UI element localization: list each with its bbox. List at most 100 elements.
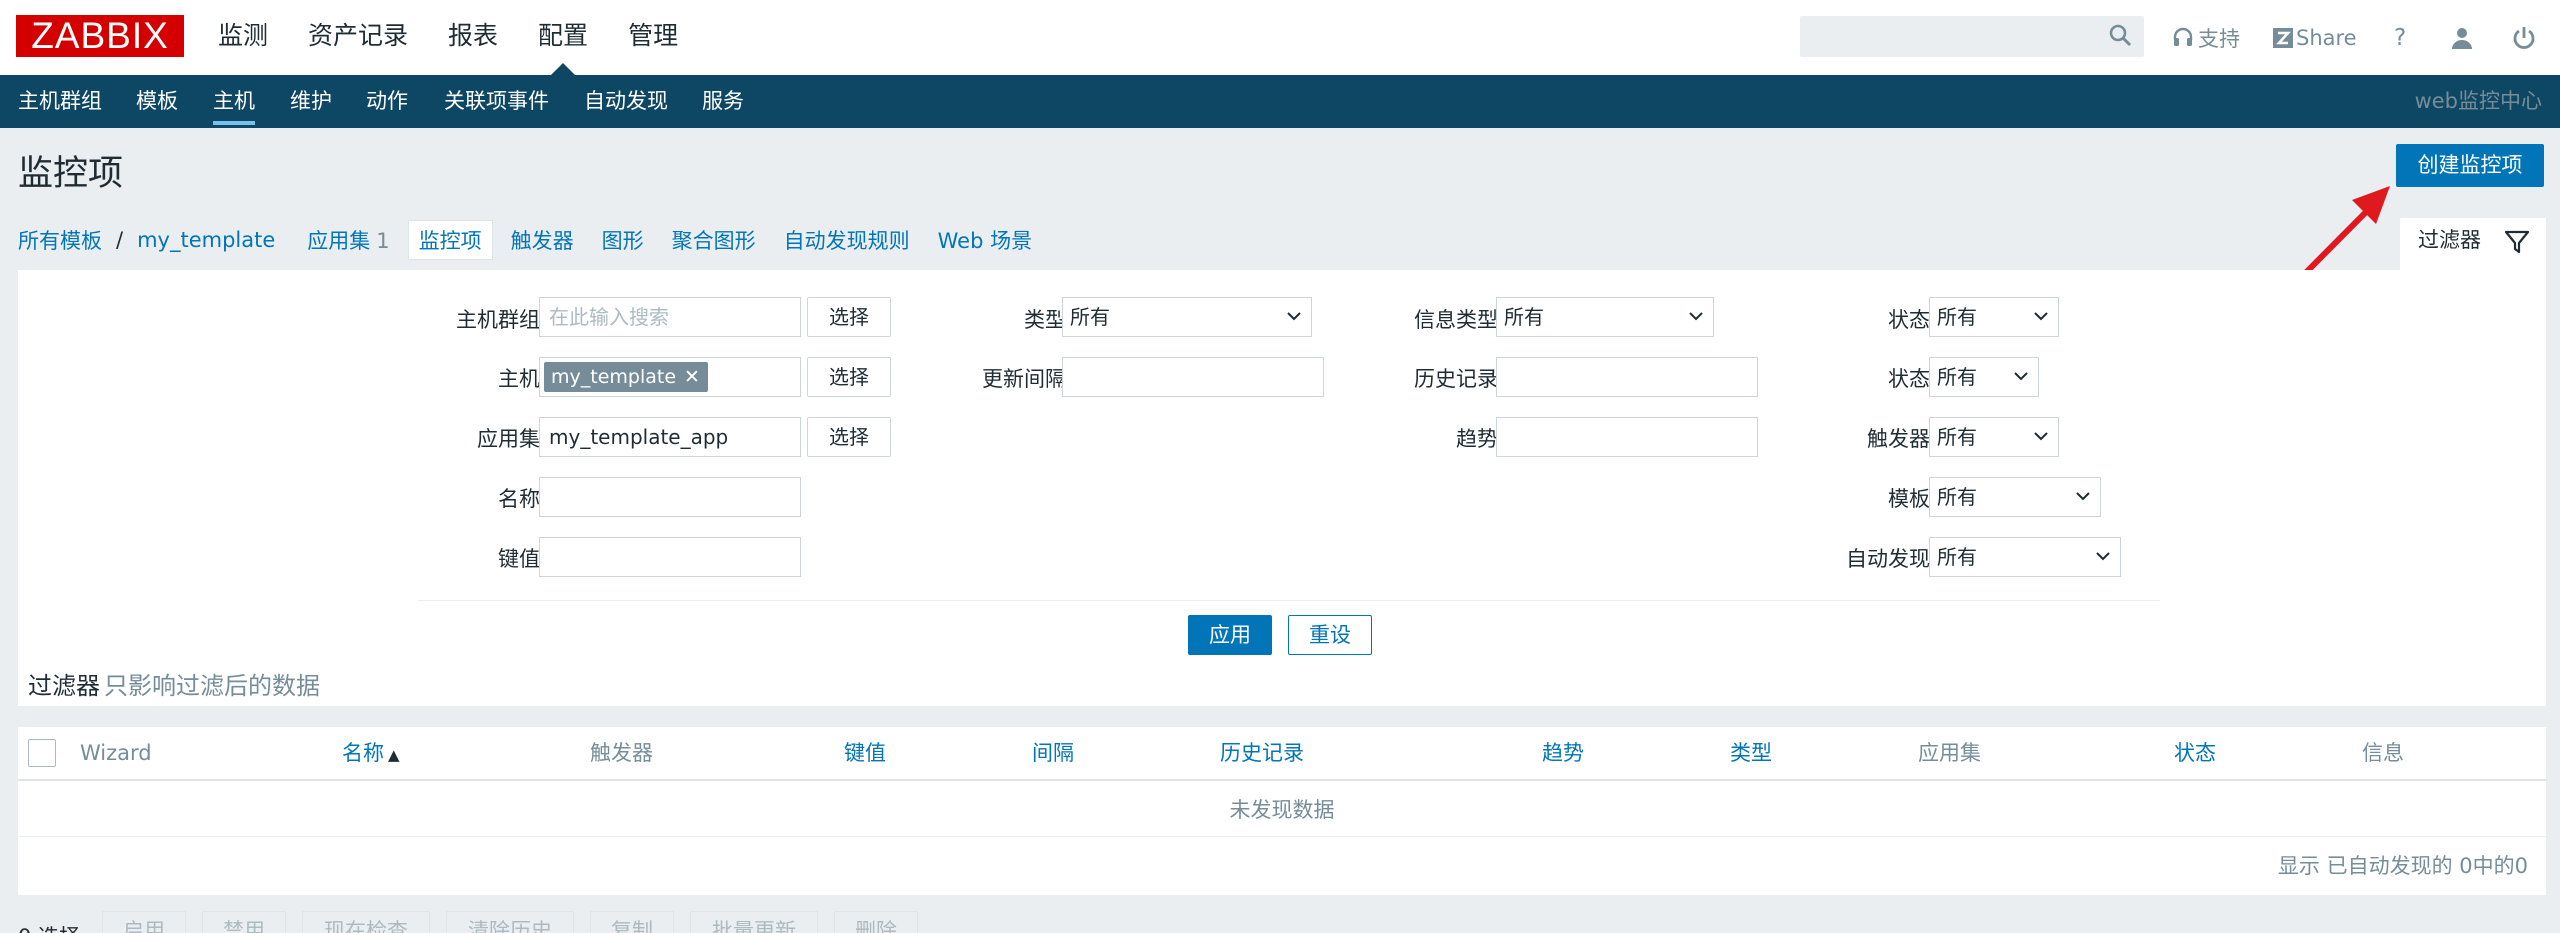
zabbix-logo[interactable]: ZABBIX	[16, 15, 184, 57]
submenu-templates[interactable]: 模板	[136, 75, 178, 127]
page-title: 监控项	[18, 154, 124, 194]
col-name[interactable]: 名称 ▲	[342, 727, 400, 781]
copy-button[interactable]: 复制	[590, 911, 674, 933]
col-key[interactable]: 键值	[844, 727, 886, 779]
tab-triggers[interactable]: 触发器	[511, 225, 574, 255]
info-type-select[interactable]: 所有	[1496, 297, 1714, 337]
disable-button[interactable]: 禁用	[202, 911, 286, 933]
name-input[interactable]	[539, 477, 801, 517]
status-value: 所有	[1937, 365, 1977, 389]
menu-reports[interactable]: 报表	[448, 0, 498, 75]
mass-action-bar: 0 选择 启用 禁用 现在检查 清除历史 复制 批量更新 删除	[0, 905, 2560, 933]
template-label: 模板	[1888, 487, 1930, 511]
status-label: 状态	[1888, 367, 1930, 391]
menu-inventory[interactable]: 资产记录	[308, 0, 408, 75]
key-input[interactable]	[539, 537, 801, 577]
col-interval[interactable]: 间隔	[1032, 727, 1074, 779]
update-interval-input[interactable]	[1062, 357, 1324, 397]
breadcrumb-template[interactable]: my_template	[137, 228, 275, 252]
type-select[interactable]: 所有	[1062, 297, 1312, 337]
col-wizard: Wizard	[80, 741, 152, 765]
host-input[interactable]: my_template ✕	[539, 357, 801, 397]
mass-update-button[interactable]: 批量更新	[690, 911, 818, 933]
check-now-button[interactable]: 现在检查	[302, 911, 430, 933]
trends-input[interactable]	[1496, 417, 1758, 457]
tab-applications[interactable]: 应用集 1	[307, 225, 389, 255]
tab-discovery-rules[interactable]: 自动发现规则	[784, 225, 910, 255]
discovery-select[interactable]: 所有	[1929, 537, 2121, 577]
triggers-select[interactable]: 所有	[1929, 417, 2059, 457]
state-value: 所有	[1937, 305, 1977, 329]
host-group-placeholder: 在此输入搜索	[549, 305, 669, 329]
global-search-input[interactable]	[1800, 16, 2144, 57]
application-label: 应用集	[477, 427, 540, 451]
tab-applications-count: 1	[376, 229, 390, 253]
menu-configuration[interactable]: 配置	[538, 0, 588, 75]
status-select[interactable]: 所有	[1929, 357, 2039, 397]
share-label: Share	[2296, 25, 2357, 50]
tab-graphs[interactable]: 图形	[602, 225, 644, 255]
submenu-actions[interactable]: 动作	[366, 75, 408, 127]
no-data-row: 未发现数据	[18, 783, 2546, 837]
chevron-down-icon	[2034, 312, 2048, 321]
chevron-down-icon	[2096, 552, 2110, 561]
submenu-event-correlation[interactable]: 关联项事件	[444, 75, 549, 127]
remove-tag-icon[interactable]: ✕	[684, 366, 700, 388]
chevron-down-icon	[1689, 312, 1703, 321]
type-label: 类型	[1024, 308, 1066, 332]
items-table: Wizard 名称 ▲ 触发器 键值 间隔 历史记录 趋势 类型 应用集 状态 信…	[18, 727, 2546, 895]
template-value: 所有	[1937, 485, 1977, 509]
search-icon[interactable]	[2108, 23, 2132, 47]
create-item-button[interactable]: 创建监控项	[2396, 144, 2544, 187]
submenu-maintenance[interactable]: 维护	[290, 75, 332, 127]
submenu-services[interactable]: 服务	[702, 75, 744, 127]
select-all-checkbox[interactable]	[28, 739, 56, 767]
application-input[interactable]: my_template_app	[539, 417, 801, 457]
key-label: 键值	[498, 547, 540, 571]
state-select[interactable]: 所有	[1929, 297, 2059, 337]
submenu-discovery[interactable]: 自动发现	[584, 75, 668, 127]
host-group-input[interactable]: 在此输入搜索	[539, 297, 801, 337]
host-group-select-button[interactable]: 选择	[807, 297, 891, 337]
logout-button[interactable]	[2512, 0, 2536, 75]
host-select-button[interactable]: 选择	[807, 357, 891, 397]
breadcrumb-separator: /	[116, 228, 124, 252]
breadcrumb: 所有模板 / my_template 应用集 1 监控项 触发器 图形 聚合图形 …	[18, 220, 1060, 260]
type-value: 所有	[1070, 305, 1110, 329]
state-label: 状态	[1888, 308, 1930, 332]
col-history[interactable]: 历史记录	[1220, 727, 1304, 779]
help-button[interactable]: ?	[2394, 0, 2406, 75]
share-link[interactable]: Share	[2272, 0, 2357, 75]
template-select[interactable]: 所有	[1929, 477, 2101, 517]
application-select-button[interactable]: 选择	[807, 417, 891, 457]
tab-screens[interactable]: 聚合图形	[672, 225, 756, 255]
submenu-host-groups[interactable]: 主机群组	[18, 75, 102, 127]
chevron-down-icon	[2076, 492, 2090, 501]
headset-icon	[2173, 27, 2193, 46]
col-trends[interactable]: 趋势	[1542, 727, 1584, 779]
menu-monitoring[interactable]: 监测	[218, 0, 268, 75]
col-type[interactable]: 类型	[1730, 727, 1772, 779]
submenu-hosts[interactable]: 主机	[213, 75, 255, 127]
main-menu: 监测 资产记录 报表 配置 管理	[218, 0, 718, 75]
apply-button[interactable]: 应用	[1188, 615, 1272, 655]
tab-web-scenarios[interactable]: Web 场景	[938, 225, 1032, 255]
update-interval-label: 更新间隔	[982, 367, 1066, 391]
filter-tab[interactable]: 过滤器	[2400, 218, 2546, 270]
delete-button[interactable]: 删除	[834, 911, 918, 933]
filter-divider	[418, 600, 2160, 601]
clear-history-button[interactable]: 清除历史	[446, 911, 574, 933]
zabbix-share-icon	[2273, 27, 2293, 48]
reset-button[interactable]: 重设	[1288, 615, 1372, 655]
profile-button[interactable]	[2450, 0, 2474, 75]
col-status[interactable]: 状态	[2174, 727, 2216, 779]
enable-button[interactable]: 启用	[102, 911, 186, 933]
breadcrumb-all-templates[interactable]: 所有模板	[18, 225, 102, 255]
support-link[interactable]: 支持	[2172, 0, 2240, 75]
menu-administration[interactable]: 管理	[628, 0, 678, 75]
history-input[interactable]	[1496, 357, 1758, 397]
filter-note-title: 过滤器	[28, 672, 100, 700]
history-label: 历史记录	[1414, 367, 1498, 391]
tab-items[interactable]: 监控项	[407, 220, 493, 260]
support-label: 支持	[2198, 26, 2240, 51]
